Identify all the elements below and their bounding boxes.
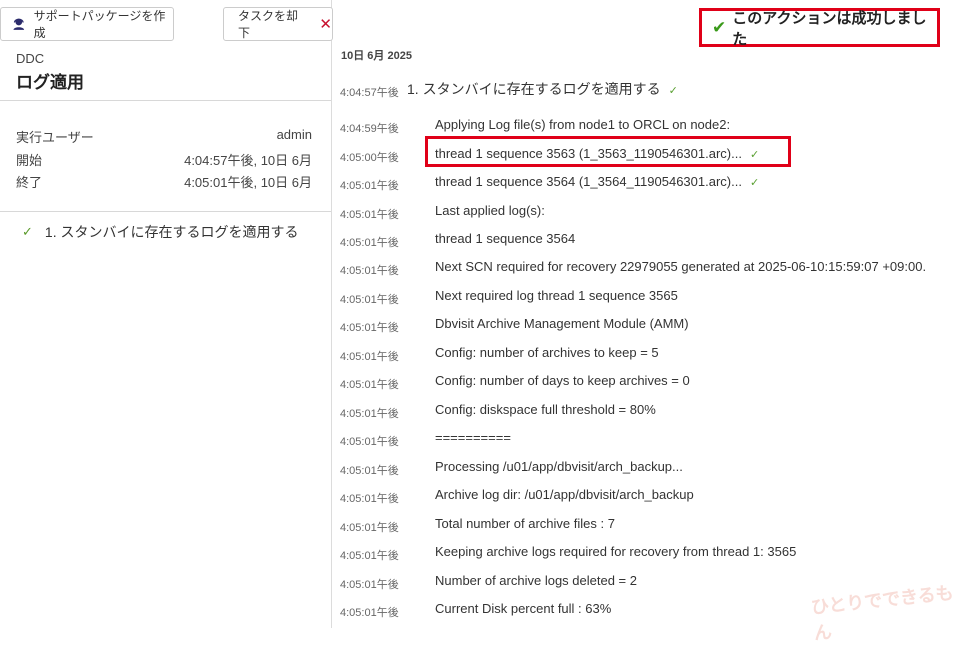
- log-time: 4:05:01午後: [340, 493, 399, 505]
- log-time: 4:04:59午後: [340, 123, 399, 135]
- check-icon: ✓: [668, 85, 678, 97]
- log-message: Dbvisit Archive Management Module (AMM): [435, 316, 689, 331]
- highlight-box: [425, 136, 791, 167]
- log-message: Next required log thread 1 sequence 3565: [435, 288, 678, 303]
- log-time: 4:05:01午後: [340, 607, 399, 619]
- log-message-text: Archive log dir: /u01/app/dbvisit/arch_b…: [435, 487, 694, 502]
- watermark-logo: ひとりでできるもん: [810, 582, 955, 645]
- step-item[interactable]: ✓ 1. スタンバイに存在するログを適用する: [22, 222, 298, 242]
- log-message-text: Config: number of archives to keep = 5: [435, 345, 659, 360]
- support-button-label: サポートパッケージを作成: [33, 9, 166, 40]
- withdraw-task-button[interactable]: タスクを却下 ✕: [223, 7, 333, 41]
- task-sidebar: サポートパッケージを作成 タスクを却下 ✕ DDC ログ適用 実行ユーザー ad…: [0, 0, 333, 628]
- info-label: 実行ユーザー: [16, 130, 94, 145]
- info-value: admin: [276, 127, 312, 142]
- info-row-user: 実行ユーザー admin: [16, 127, 312, 146]
- log-message: Next SCN required for recovery 22979055 …: [435, 259, 926, 274]
- log-message-text: Current Disk percent full : 63%: [435, 601, 612, 616]
- log-message: Number of archive logs deleted = 2: [435, 573, 637, 588]
- log-message: Config: number of days to keep archives …: [435, 373, 690, 388]
- header-divider: [0, 100, 331, 101]
- log-time: 4:05:01午後: [340, 294, 399, 306]
- log-message-text: Next required log thread 1 sequence 3565: [435, 288, 678, 303]
- log-message-text: Total number of archive files : 7: [435, 516, 615, 531]
- log-time: 4:05:01午後: [340, 237, 399, 249]
- log-time: 4:05:01午後: [340, 522, 399, 534]
- log-time: 4:05:01午後: [340, 265, 399, 277]
- log-message-text: Number of archive logs deleted = 2: [435, 573, 637, 588]
- log-time: 4:05:01午後: [340, 550, 399, 562]
- log-date: 10日 6月 2025: [341, 50, 412, 62]
- log-time: 4:05:01午後: [340, 209, 399, 221]
- log-message-text: Applying Log file(s) from node1 to ORCL …: [435, 117, 731, 132]
- log-time: 4:04:57午後: [340, 87, 399, 99]
- log-message: Current Disk percent full : 63%: [435, 601, 611, 616]
- log-time: 4:05:01午後: [340, 408, 399, 420]
- info-value: 4:04:57午後, 10日 6月: [184, 153, 312, 168]
- success-message: このアクションは成功しました: [732, 9, 927, 48]
- log-message-text: Config: number of days to keep archives …: [435, 373, 690, 388]
- log-message-text: thread 1 sequence 3564 (1_3564_119054630…: [435, 174, 742, 189]
- info-label: 終了: [16, 175, 43, 190]
- log-time: 4:05:01午後: [340, 322, 399, 334]
- log-time: 4:05:01午後: [340, 579, 399, 591]
- log-time: 4:05:01午後: [340, 379, 399, 391]
- task-title: ログ適用: [16, 73, 84, 92]
- info-label: 開始: [16, 153, 43, 168]
- log-message: Applying Log file(s) from node1 to ORCL …: [435, 117, 730, 132]
- log-message-text: Last applied log(s):: [435, 203, 545, 218]
- log-time: 4:05:01午後: [340, 180, 399, 192]
- log-message-text: Processing /u01/app/dbvisit/arch_backup.…: [435, 459, 683, 474]
- support-agent-icon: [13, 18, 25, 30]
- task-subtitle: DDC: [16, 51, 45, 66]
- log-message-text: Dbvisit Archive Management Module (AMM): [435, 316, 689, 331]
- log-message-text: ==========: [435, 430, 511, 445]
- log-message: Last applied log(s):: [435, 203, 545, 218]
- withdraw-button-label: タスクを却下: [238, 9, 299, 40]
- info-value: 4:05:01午後, 10日 6月: [184, 175, 312, 190]
- info-divider: [0, 211, 331, 212]
- close-icon: ✕: [319, 15, 332, 33]
- log-time: 4:05:01午後: [340, 436, 399, 448]
- log-message: ==========: [435, 430, 511, 445]
- log-time: 4:05:01午後: [340, 465, 399, 477]
- create-support-package-button[interactable]: サポートパッケージを作成: [0, 7, 174, 41]
- log-message: Config: diskspace full threshold = 80%: [435, 402, 656, 417]
- log-message: Config: number of archives to keep = 5: [435, 345, 659, 360]
- info-row-start: 開始 4:04:57午後, 10日 6月: [16, 150, 312, 169]
- log-time: 4:05:01午後: [340, 351, 399, 363]
- check-icon: ✔: [712, 17, 727, 37]
- log-message-text: 1. スタンバイに存在するログを適用する: [407, 81, 661, 97]
- log-time: 4:05:00午後: [340, 152, 399, 164]
- log-message: Keeping archive logs required for recove…: [435, 544, 796, 559]
- log-message-text: Next SCN required for recovery 22979055 …: [435, 259, 927, 274]
- log-message-text: thread 1 sequence 3564: [435, 231, 576, 246]
- log-message: thread 1 sequence 3564: [435, 231, 575, 246]
- step-label: 1. スタンバイに存在するログを適用する: [44, 224, 299, 240]
- check-icon: ✓: [22, 224, 33, 239]
- log-message: Archive log dir: /u01/app/dbvisit/arch_b…: [435, 487, 694, 502]
- log-message-text: Config: diskspace full threshold = 80%: [435, 402, 656, 417]
- info-row-end: 終了 4:05:01午後, 10日 6月: [16, 172, 312, 191]
- check-icon: ✓: [749, 177, 760, 189]
- log-message: Processing /u01/app/dbvisit/arch_backup.…: [435, 459, 683, 474]
- log-message: thread 1 sequence 3564 (1_3564_119054630…: [435, 174, 759, 189]
- log-message: Total number of archive files : 7: [435, 516, 615, 531]
- log-message: 1. スタンバイに存在するログを適用する ✓: [407, 79, 678, 99]
- success-banner: ✔ このアクションは成功しました: [699, 8, 940, 48]
- log-message-text: Keeping archive logs required for recove…: [435, 544, 797, 559]
